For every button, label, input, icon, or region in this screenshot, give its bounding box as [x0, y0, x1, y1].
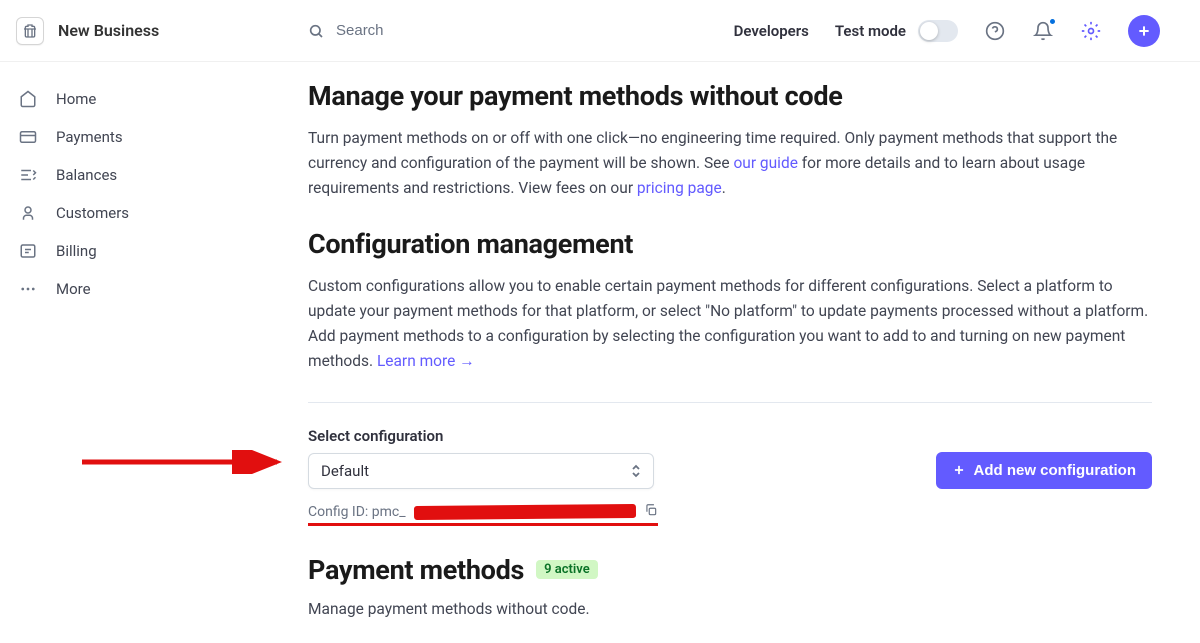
- sidebar-item-balances[interactable]: Balances: [0, 156, 280, 194]
- sidebar-item-more[interactable]: More: [0, 270, 280, 308]
- section2-title: Configuration management: [308, 228, 1152, 260]
- sidebar-item-home[interactable]: Home: [0, 80, 280, 118]
- section2-body: Custom configurations allow you to enabl…: [308, 274, 1152, 373]
- balances-icon: [18, 166, 38, 184]
- our-guide-link[interactable]: our guide: [733, 154, 797, 172]
- sidebar-item-label: Billing: [56, 242, 97, 260]
- redacted-value: [414, 504, 637, 520]
- create-button[interactable]: [1128, 15, 1160, 47]
- select-value: Default: [321, 462, 369, 480]
- toggle-knob: [920, 22, 938, 40]
- section1-title: Manage your payment methods without code: [308, 80, 1152, 112]
- sidebar-item-label: Home: [56, 90, 96, 108]
- test-mode-label: Test mode: [835, 22, 906, 40]
- notifications-icon[interactable]: [1032, 20, 1054, 42]
- pricing-page-link[interactable]: pricing page: [637, 179, 722, 197]
- plus-icon: [952, 463, 966, 477]
- copy-icon[interactable]: [644, 503, 658, 521]
- search-input[interactable]: [336, 22, 536, 39]
- brand-name: New Business: [58, 21, 159, 40]
- test-mode-toggle[interactable]: [918, 20, 958, 42]
- sidebar-item-payments[interactable]: Payments: [0, 118, 280, 156]
- notification-dot: [1049, 18, 1056, 25]
- learn-more-link[interactable]: Learn more →: [377, 352, 475, 370]
- section1-body: Turn payment methods on or off with one …: [308, 126, 1152, 200]
- configuration-select[interactable]: Default: [308, 453, 654, 489]
- search-icon: [308, 23, 324, 39]
- config-id-label: Config ID: pmc_: [308, 504, 406, 520]
- payment-methods-title: Payment methods: [308, 554, 524, 586]
- sidebar-item-label: More: [56, 280, 91, 298]
- config-id-row: Config ID: pmc_: [308, 503, 658, 526]
- chevron-updown-icon: [631, 464, 641, 478]
- brand-logo: [16, 17, 44, 45]
- billing-icon: [18, 242, 38, 260]
- home-icon: [18, 90, 38, 108]
- active-badge: 9 active: [536, 560, 598, 579]
- settings-icon[interactable]: [1080, 20, 1102, 42]
- payments-icon: [18, 128, 38, 146]
- more-icon: [18, 280, 38, 298]
- sidebar-item-label: Balances: [56, 166, 117, 184]
- main-content: Manage your payment methods without code…: [280, 0, 1200, 643]
- select-configuration-label: Select configuration: [308, 427, 936, 445]
- search-area[interactable]: [280, 22, 734, 39]
- divider: [308, 402, 1152, 403]
- customers-icon: [18, 204, 38, 222]
- sidebar: Home Payments Balances Customers Billing…: [0, 0, 280, 643]
- add-new-configuration-button[interactable]: Add new configuration: [936, 452, 1153, 489]
- payment-methods-subtitle: Manage payment methods without code.: [308, 600, 1152, 618]
- sidebar-item-label: Payments: [56, 128, 123, 146]
- sidebar-item-billing[interactable]: Billing: [0, 232, 280, 270]
- brand-area[interactable]: New Business: [0, 17, 280, 45]
- developers-link[interactable]: Developers: [734, 22, 809, 40]
- help-icon[interactable]: [984, 20, 1006, 42]
- sidebar-item-label: Customers: [56, 204, 129, 222]
- sidebar-item-customers[interactable]: Customers: [0, 194, 280, 232]
